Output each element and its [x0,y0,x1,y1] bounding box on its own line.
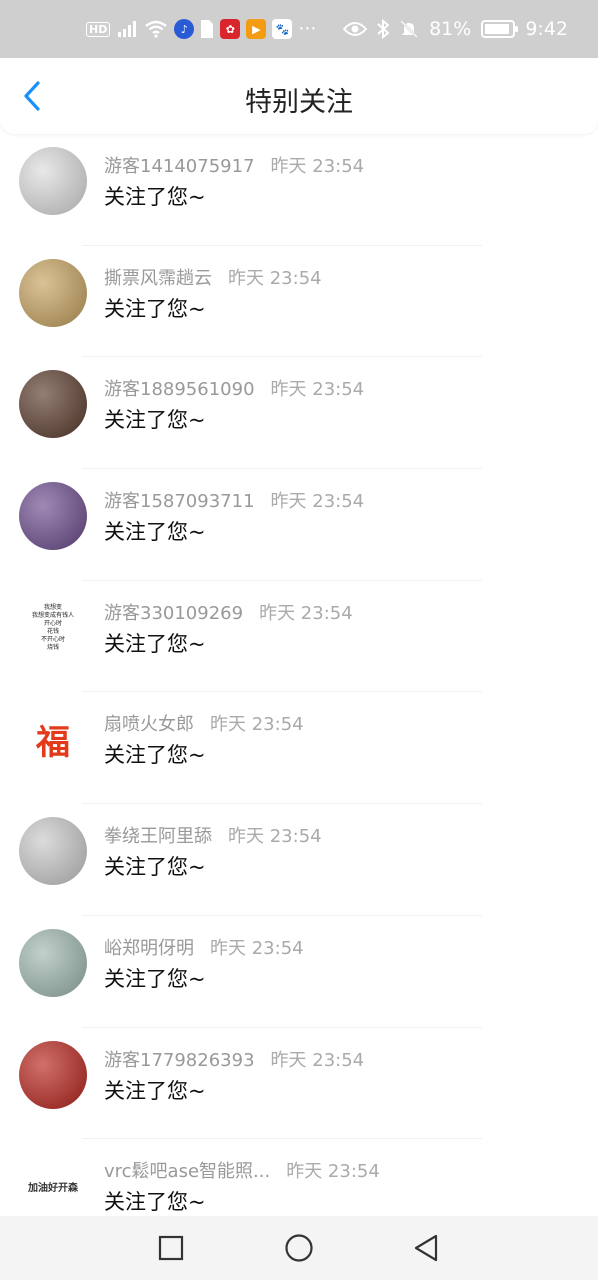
name-time-line: 游客1414075917 昨天 23:54 [104,152,364,178]
name-time-line: 峪郑明伢明 昨天 23:54 [104,934,304,960]
name-time-line: 游客1587093711 昨天 23:54 [104,487,364,513]
user-avatar[interactable]: 福 [19,705,87,774]
home-button[interactable] [283,1232,315,1264]
follow-message: 关注了您~ [104,408,206,433]
timestamp: 昨天 23:54 [228,267,322,289]
battery-icon [481,20,519,38]
user-avatar[interactable] [19,258,87,327]
follow-message: 关注了您~ [104,296,206,321]
avatar-caption: 开心时 [43,619,62,627]
hd-icon: HD [86,21,111,37]
name-time-line: vrc鬆吧ase智能照... 昨天 23:54 [104,1157,380,1183]
follow-list-item[interactable]: 拳绕王阿里舔 昨天 23:54 关注了您~ [0,804,598,916]
follow-list-item[interactable]: 加油好开森 vrc鬆吧ase智能照... 昨天 23:54 关注了您~ [0,1139,598,1216]
clock-time: 9:42 [525,18,568,40]
follow-list-item[interactable]: 我想变 我想变成有钱人 开心时 花钱 不开心时 烧钱 游客330109269 昨天 23:54… [0,581,598,693]
follow-message: 关注了您~ [104,966,206,991]
follow-list-item[interactable]: 撕票风霈趟云 昨天 23:54 关注了您~ [0,246,598,358]
page-title: 特别关注 [245,87,353,118]
home-circle-icon [285,1234,313,1262]
name-time-line: 拳绕王阿里舔 昨天 23:54 [104,822,322,848]
follow-list-item[interactable]: 峪郑明伢明 昨天 23:54 关注了您~ [0,916,598,1028]
user-avatar[interactable] [19,370,87,439]
status-icons-left: HD ♪ ✿ ▶ 🐾 ··· [86,0,316,58]
timestamp: 昨天 23:54 [270,491,365,513]
follow-message: 关注了您~ [104,1078,206,1103]
system-nav-bar [0,1216,598,1280]
avatar-caption: 我想变 [43,603,62,611]
name-time-line: 游客330109269 昨天 23:54 [104,599,353,625]
avatar-caption: 加油好开森 [28,1182,78,1194]
more-icon: ··· [298,18,317,40]
follow-message: 关注了您~ [104,520,206,545]
bluetooth-icon [377,19,390,39]
battery-percent: 81% [429,18,472,40]
video-app-icon: ▶ [246,19,267,39]
mute-bell-icon [399,19,419,39]
avatar-caption: 烧钱 [46,643,59,651]
baidu-app-icon: 🐾 [272,19,293,39]
status-bar: HD ♪ ✿ ▶ 🐾 ··· 81% 9:42 [0,0,598,58]
follow-message: 关注了您~ [104,1190,206,1215]
eye-icon [343,21,368,37]
header: 特别关注 [0,58,598,134]
username[interactable]: 游客1779826393 [104,1046,255,1072]
follow-list-item[interactable]: 游客1779826393 昨天 23:54 关注了您~ [0,1028,598,1140]
username[interactable]: vrc鬆吧ase智能照... [104,1157,270,1183]
timestamp: 昨天 23:54 [270,156,365,177]
username[interactable]: 扇喷火女郎 [104,710,194,736]
username[interactable]: 峪郑明伢明 [104,934,194,960]
name-time-line: 游客1889561090 昨天 23:54 [104,375,364,401]
avatar-caption: 福 [36,722,70,763]
follow-list-item[interactable]: 游客1414075917 昨天 23:54 关注了您~ [0,134,598,246]
signal-icon [116,20,138,38]
back-triangle-icon [414,1234,438,1262]
wifi-icon [144,20,168,38]
avatar-caption: 花钱 [46,627,59,635]
timestamp: 昨天 23:54 [286,1161,380,1183]
follow-message: 关注了您~ [104,631,206,656]
user-avatar[interactable] [19,482,87,551]
follow-message: 关注了您~ [104,185,206,209]
follow-list: 游客1414075917 昨天 23:54 关注了您~ 撕票风霈趟云 昨天 23:54 关… [0,134,598,1216]
username[interactable]: 游客1414075917 [104,152,255,178]
status-icons-right: 81% 9:42 [343,0,568,58]
timestamp: 昨天 23:54 [210,714,304,736]
user-avatar[interactable] [19,817,87,886]
user-avatar[interactable]: 加油好开森 [19,1152,87,1216]
user-avatar[interactable]: 我想变 我想变成有钱人 开心时 花钱 不开心时 烧钱 [19,593,87,662]
follow-list-item[interactable]: 福扇喷火女郎 昨天 23:54 关注了您~ [0,692,598,805]
follow-list-item[interactable]: 游客1587093711 昨天 23:54 关注了您~ [0,469,598,581]
user-avatar[interactable] [19,147,87,215]
username[interactable]: 撕票风霈趟云 [104,264,212,290]
name-time-line: 撕票风霈趟云 昨天 23:54 [104,264,322,290]
timestamp: 昨天 23:54 [270,379,365,401]
back-nav-button[interactable] [410,1232,442,1264]
huawei-app-icon: ✿ [220,19,241,39]
timestamp: 昨天 23:54 [228,826,322,848]
music-app-icon: ♪ [174,19,195,39]
sim-icon [200,19,214,39]
username[interactable]: 游客330109269 [104,599,243,625]
avatar-caption: 我想变成有钱人 [31,611,74,619]
user-avatar[interactable] [19,1040,87,1109]
username[interactable]: 拳绕王阿里舔 [104,822,212,848]
recents-square-icon [158,1235,184,1261]
timestamp: 昨天 23:54 [270,1049,365,1071]
username[interactable]: 游客1587093711 [104,487,255,513]
name-time-line: 游客1779826393 昨天 23:54 [104,1046,364,1072]
username[interactable]: 游客1889561090 [104,375,255,401]
timestamp: 昨天 23:54 [259,602,353,624]
recents-button[interactable] [155,1232,187,1264]
avatar-caption: 不开心时 [40,635,65,643]
follow-message: 关注了您~ [104,855,206,880]
name-time-line: 扇喷火女郎 昨天 23:54 [104,710,304,736]
timestamp: 昨天 23:54 [210,937,304,959]
follow-list-item[interactable]: 游客1889561090 昨天 23:54 关注了您~ [0,357,598,470]
user-avatar[interactable] [19,928,87,997]
follow-message: 关注了您~ [104,743,206,768]
